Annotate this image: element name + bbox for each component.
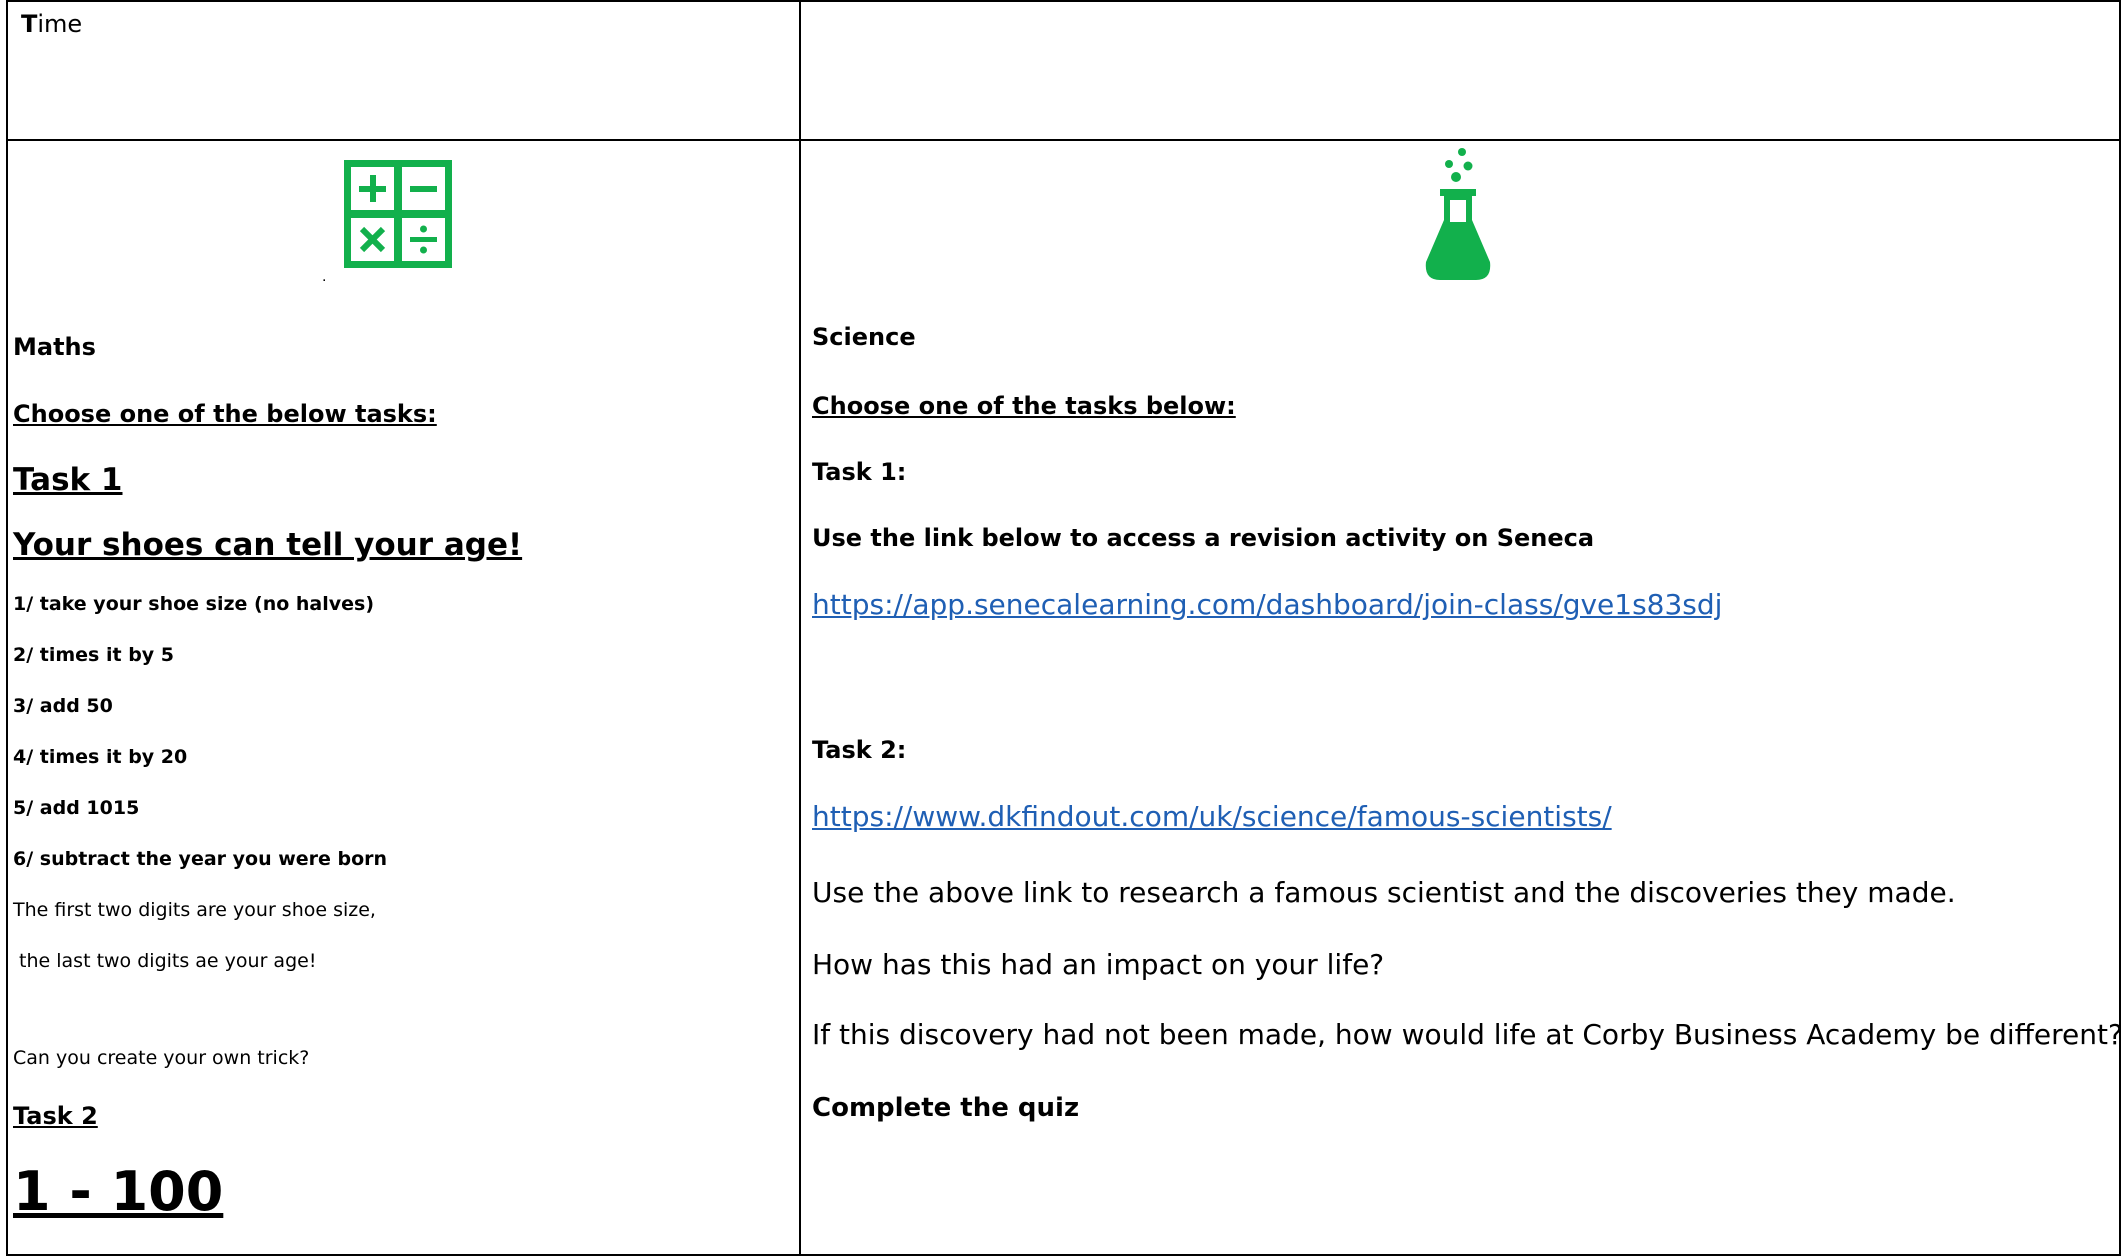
maths-result-line2: the last two digits ae your age! xyxy=(13,950,317,972)
science-research-text: Use the above link to research a famous … xyxy=(812,876,1956,909)
maths-result-line1: The first two digits are your shoe size, xyxy=(13,899,376,921)
science-heading: Science xyxy=(812,323,916,351)
science-different-question: If this discovery had not been made, how… xyxy=(812,1018,2121,1051)
science-impact-question: How has this had an impact on your life? xyxy=(812,948,1385,981)
time-label: Time xyxy=(21,10,83,38)
maths-cell xyxy=(6,139,801,1256)
science-choose-instruction: Choose one of the tasks below: xyxy=(812,392,1236,420)
worksheet-table: Time xyxy=(6,0,2121,1256)
maths-step: 3/ add 50 xyxy=(13,695,113,717)
science-cell xyxy=(799,139,2121,1256)
science-task1-heading: Task 1: xyxy=(812,458,907,486)
dkfindout-link[interactable]: https://www.dkfindout.com/uk/science/fam… xyxy=(812,800,1612,833)
maths-task2-heading: Task 2 xyxy=(13,1102,98,1130)
time-cell: Time xyxy=(6,0,801,141)
maths-step: 2/ times it by 5 xyxy=(13,644,175,666)
seneca-link[interactable]: https://app.senecalearning.com/dashboard… xyxy=(812,588,1722,621)
maths-step: 4/ times it by 20 xyxy=(13,746,188,768)
science-task1-instruction: Use the link below to access a revision … xyxy=(812,524,1595,552)
maths-task1-title: Your shoes can tell your age! xyxy=(13,527,523,563)
calculator-operations-icon xyxy=(344,160,452,268)
maths-question: Can you create your own trick? xyxy=(13,1047,310,1069)
maths-task1-heading: Task 1 xyxy=(13,462,123,498)
maths-choose-instruction: Choose one of the below tasks: xyxy=(13,400,437,428)
science-task2-heading: Task 2: xyxy=(812,736,907,764)
maths-heading: Maths xyxy=(13,333,96,361)
header-empty-cell xyxy=(799,0,2121,141)
maths-step: 6/ subtract the year you were born xyxy=(13,848,388,870)
maths-step: 5/ add 1015 xyxy=(13,797,140,819)
maths-step: 1/ take your shoe size (no halves) xyxy=(13,593,375,615)
worksheet-page: Time . Maths Choose one of the below tas… xyxy=(0,0,2121,1256)
science-quiz-instruction: Complete the quiz xyxy=(812,1093,1080,1123)
stray-dot: . xyxy=(322,268,327,285)
flask-icon xyxy=(1425,148,1491,280)
maths-task2-title: 1 - 100 xyxy=(13,1160,224,1223)
